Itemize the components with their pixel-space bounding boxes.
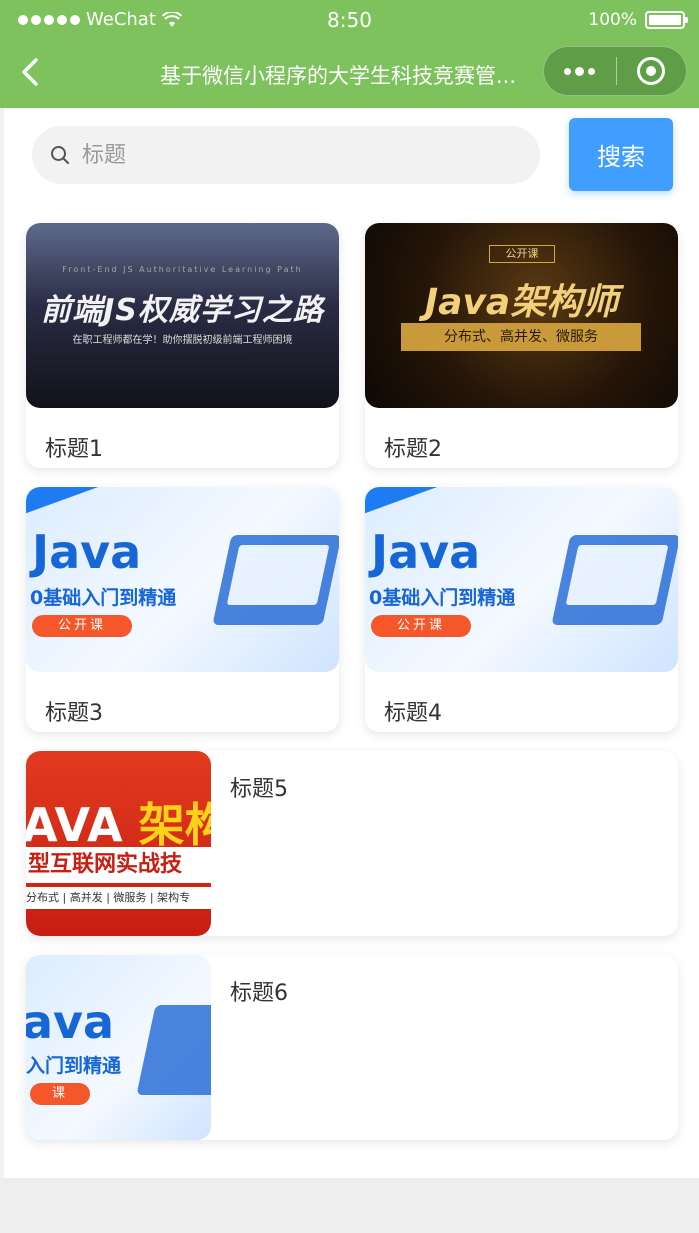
mini-program-capsule — [543, 46, 687, 96]
search-input[interactable] — [82, 142, 482, 168]
banner-headline: AVA 架构 — [26, 789, 211, 855]
banner-decoration — [365, 487, 448, 521]
banner-headline: Java — [371, 525, 481, 579]
banner-subtext: 型互联网实战技 — [26, 847, 211, 883]
course-title: 标题2 — [384, 437, 442, 462]
banner-pill: 公开课 — [32, 615, 132, 637]
banner-subtext: 0基础入门到精通 — [30, 587, 177, 609]
course-banner-image: AVA 架构 型互联网实战技 分布式 | 高并发 | 微服务 | 架构专 — [26, 751, 211, 936]
course-card[interactable]: 公开课 Java架构师 分布式、高并发、微服务 标题2 — [365, 223, 678, 468]
banner-subtext: 0基础入门到精通 — [369, 587, 516, 609]
banner-headline: Java架构师 — [424, 282, 619, 323]
banner-pill: 课 — [30, 1083, 90, 1105]
laptop-illustration — [551, 535, 678, 625]
battery-icon — [645, 11, 688, 29]
banner-headline-highlight: 架构 — [138, 798, 211, 852]
course-banner-image: Java 0基础入门到精通 公开课 — [365, 487, 678, 672]
banner-subtext: 入门到精通 — [26, 1055, 122, 1077]
course-title: 标题3 — [45, 701, 103, 726]
status-bar: WeChat 8:50 100% — [0, 0, 699, 40]
battery-status: 100% — [588, 10, 688, 30]
banner-headline: Java — [32, 525, 142, 579]
course-banner-image: Front-End JS Authoritative Learning Path… — [26, 223, 339, 408]
course-list-item[interactable]: AVA 架构 型互联网实战技 分布式 | 高并发 | 微服务 | 架构专 标题5 — [26, 751, 678, 936]
page-bottom-area — [0, 1178, 699, 1233]
banner-decoration — [26, 487, 109, 521]
laptop-illustration — [136, 1005, 211, 1095]
course-card[interactable]: Java 0基础入门到精通 公开课 标题4 — [365, 487, 678, 732]
banner-pill: 公开课 — [371, 615, 471, 637]
course-title: 标题5 — [230, 777, 288, 802]
search-button[interactable]: 搜索 — [569, 118, 673, 191]
search-icon — [51, 146, 69, 164]
course-title: 标题1 — [45, 437, 103, 462]
navigation-bar: 基于微信小程序的大学生科技竞赛管... — [0, 40, 699, 108]
banner-headline-part: AVA — [26, 798, 123, 852]
course-banner-image: 公开课 Java架构师 分布式、高并发、微服务 — [365, 223, 678, 408]
laptop-illustration — [212, 535, 339, 625]
banner-tag: 公开课 — [489, 245, 555, 263]
more-menu-icon[interactable] — [544, 47, 616, 95]
search-bar[interactable] — [32, 126, 540, 184]
back-arrow-icon[interactable] — [16, 52, 46, 92]
banner-subtext: 分布式、高并发、微服务 — [401, 323, 641, 351]
course-banner-image: ava 入门到精通 课 — [26, 955, 211, 1140]
battery-percent: 100% — [588, 10, 637, 30]
course-list-item[interactable]: ava 入门到精通 课 标题6 — [26, 955, 678, 1140]
banner-tags: 分布式 | 高并发 | 微服务 | 架构专 — [26, 887, 211, 909]
banner-subtext: 在职工程师都在学！助你摆脱初级前端工程师困境 — [72, 335, 293, 346]
banner-headline: ava — [26, 995, 115, 1049]
page-title: 基于微信小程序的大学生科技竞赛管... — [160, 64, 517, 88]
course-card[interactable]: Java 0基础入门到精通 公开课 标题3 — [26, 487, 339, 732]
course-banner-image: Java 0基础入门到精通 公开课 — [26, 487, 339, 672]
course-card[interactable]: Front-End JS Authoritative Learning Path… — [26, 223, 339, 468]
target-close-icon — [637, 57, 666, 85]
banner-headline: 前端JS权威学习之路 — [41, 293, 324, 328]
course-title: 标题6 — [230, 981, 288, 1006]
banner-text: Front-End JS Authoritative Learning Path — [62, 265, 303, 274]
close-program-button[interactable] — [617, 47, 687, 95]
course-title: 标题4 — [384, 701, 442, 726]
